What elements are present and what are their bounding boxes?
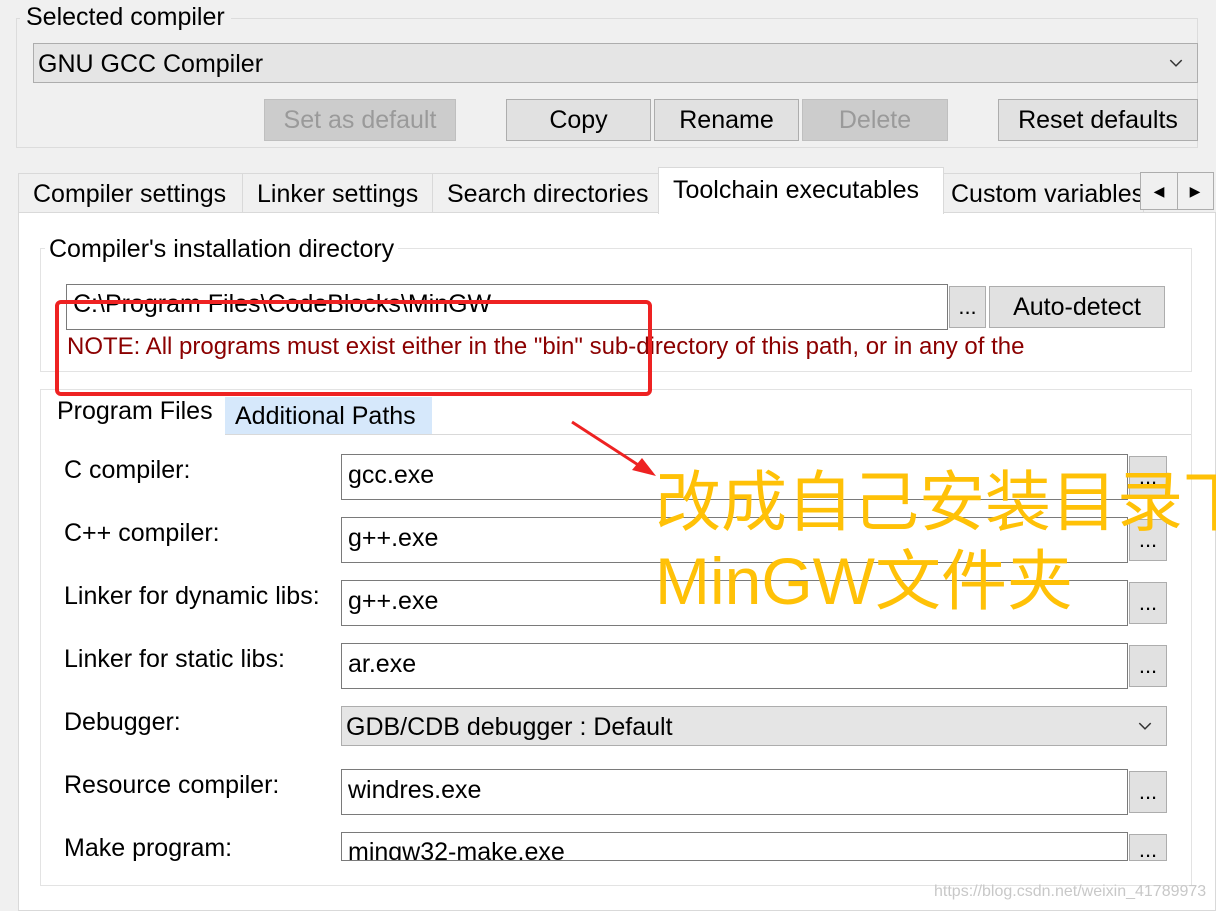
chevron-down-icon [1169, 59, 1183, 67]
tab-custom-variables[interactable]: Custom variables [940, 173, 1144, 213]
tab-linker-settings[interactable]: Linker settings [242, 173, 434, 213]
annotation-text-line2: MinGW文件夹 [655, 544, 1073, 618]
cpp-compiler-label: C++ compiler: [64, 519, 220, 547]
tab-toolchain-executables[interactable]: Toolchain executables [658, 167, 944, 214]
resource-compiler-label: Resource compiler: [64, 771, 280, 799]
make-program-browse-button[interactable]: ... [1129, 834, 1167, 862]
highlight-box [55, 300, 652, 396]
auto-detect-button[interactable]: Auto-detect [989, 286, 1165, 328]
annotation-text-line1: 改成自己安装目录下 [655, 465, 1216, 539]
resource-compiler-input[interactable]: windres.exe [341, 769, 1128, 815]
tab-compiler-settings[interactable]: Compiler settings [18, 173, 244, 213]
make-program-input[interactable]: mingw32-make.exe [341, 832, 1128, 861]
make-program-label: Make program: [64, 834, 233, 862]
selected-compiler-title: Selected compiler [20, 2, 231, 32]
set-as-default-button[interactable]: Set as default [264, 99, 456, 141]
subtab-divider [225, 434, 1191, 435]
copy-button[interactable]: Copy [506, 99, 651, 141]
c-compiler-label: C compiler: [64, 456, 191, 484]
chevron-down-icon [1138, 722, 1152, 730]
reset-defaults-button[interactable]: Reset defaults [998, 99, 1198, 141]
debugger-select-value: GDB/CDB debugger : Default [346, 713, 673, 741]
static-linker-label: Linker for static libs: [64, 645, 285, 673]
delete-button[interactable]: Delete [802, 99, 948, 141]
annotation-arrow-icon [571, 420, 656, 476]
compiler-select[interactable]: GNU GCC Compiler [33, 43, 1198, 83]
install-dir-title: Compiler's installation directory [45, 234, 399, 264]
subtab-program-files[interactable]: Program Files [47, 392, 223, 432]
compiler-select-value: GNU GCC Compiler [38, 50, 264, 78]
debugger-label: Debugger: [64, 708, 181, 736]
static-linker-browse-button[interactable]: ... [1129, 645, 1167, 687]
dynamic-linker-label: Linker for dynamic libs: [64, 582, 320, 610]
tab-search-directories[interactable]: Search directories [432, 173, 660, 213]
watermark: https://blog.csdn.net/weixin_41789973 [934, 883, 1207, 900]
static-linker-input[interactable]: ar.exe [341, 643, 1128, 689]
debugger-select[interactable]: GDB/CDB debugger : Default [341, 706, 1167, 746]
install-dir-browse-button[interactable]: ... [949, 286, 986, 328]
tab-scroll-right-icon[interactable]: ▶ [1177, 173, 1213, 209]
tab-scroll: ◀ ▶ [1140, 172, 1214, 210]
dynamic-linker-browse-button[interactable]: ... [1129, 582, 1167, 624]
rename-button[interactable]: Rename [654, 99, 799, 141]
tab-scroll-left-icon[interactable]: ◀ [1141, 173, 1178, 209]
subtab-additional-paths[interactable]: Additional Paths [225, 397, 432, 435]
resource-compiler-browse-button[interactable]: ... [1129, 771, 1167, 813]
